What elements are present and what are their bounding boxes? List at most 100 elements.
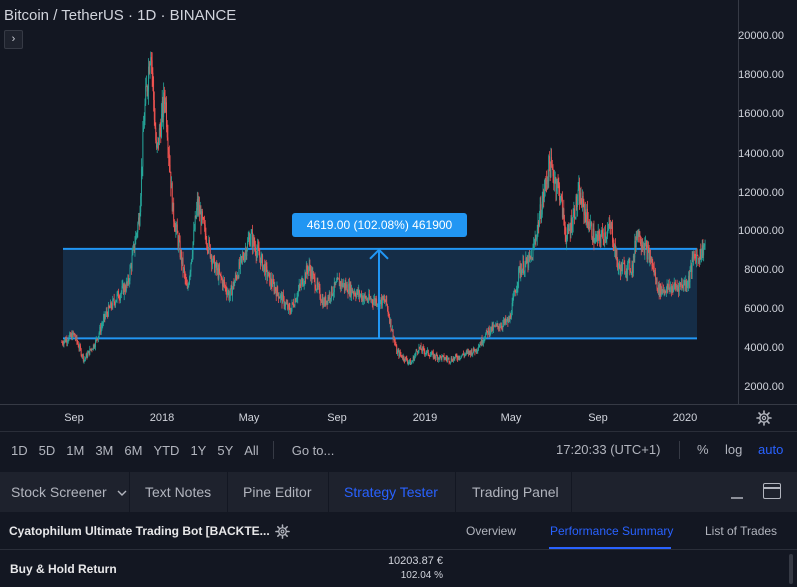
tab-performance-summary[interactable]: Performance Summary <box>550 524 673 538</box>
metric-label: Buy & Hold Return <box>10 562 117 576</box>
gear-icon[interactable] <box>756 410 772 426</box>
tab-trading-panel[interactable]: Trading Panel <box>472 472 559 512</box>
tab-text-notes[interactable]: Text Notes <box>145 472 211 512</box>
range-ytd-button[interactable]: YTD <box>153 443 179 458</box>
chevron-down-icon[interactable] <box>117 489 127 497</box>
candle-body <box>270 277 272 285</box>
collapse-legend-button[interactable]: › <box>4 30 23 49</box>
strategy-header: Cyatophilum Ultimate Trading Bot [BACKTE… <box>0 512 797 550</box>
candle-body <box>696 254 697 263</box>
candle-body <box>221 277 223 280</box>
minimize-icon[interactable] <box>730 486 744 500</box>
scrollbar[interactable] <box>789 554 793 584</box>
candle-body <box>576 200 578 207</box>
range-5d-button[interactable]: 5D <box>39 443 56 458</box>
candle-body <box>95 340 96 347</box>
candle-body <box>292 303 294 307</box>
maximize-icon[interactable] <box>763 483 781 499</box>
candle-body <box>478 346 480 348</box>
candle-body <box>545 180 547 182</box>
range-3m-button[interactable]: 3M <box>95 443 113 458</box>
divider <box>272 441 274 459</box>
strategy-settings-gear-icon[interactable] <box>275 524 290 539</box>
candle-body <box>538 216 540 227</box>
time-axis[interactable]: Sep 2018 May Sep 2019 May Sep 2020 <box>0 404 797 431</box>
range-1m-button[interactable]: 1M <box>66 443 84 458</box>
candle-body <box>118 291 119 299</box>
timezone-readout[interactable]: 17:20:33 (UTC+1) <box>556 442 660 457</box>
candle-body <box>244 254 246 261</box>
candle-body <box>159 128 161 130</box>
price-axis-label: 4000.00 <box>744 342 784 354</box>
candle-body <box>166 127 168 138</box>
candle-body <box>443 355 445 360</box>
tab-pine-editor[interactable]: Pine Editor <box>243 472 311 512</box>
candle-body <box>460 355 462 358</box>
range-all-button[interactable]: All <box>244 443 258 458</box>
price-axis-label: 14000.00 <box>738 148 784 160</box>
candle-body <box>313 274 315 278</box>
time-axis-label: 2019 <box>412 412 438 424</box>
candle-body <box>137 223 139 233</box>
candle-body <box>300 281 302 286</box>
range-6m-button[interactable]: 6M <box>124 443 142 458</box>
symbol-title: Bitcoin / TetherUS · 1D · BINANCE <box>4 7 237 24</box>
candle-body <box>277 286 279 293</box>
candle-body <box>410 363 412 365</box>
candle-body <box>582 195 584 202</box>
candle-body <box>158 128 160 145</box>
divider <box>571 472 572 512</box>
range-1y-button[interactable]: 1Y <box>190 443 206 458</box>
candle-body <box>414 353 416 356</box>
percent-scale-button[interactable]: % <box>697 442 709 457</box>
measure-label: 4619.00 (102.08%) 461900 <box>307 218 453 232</box>
chart-pane[interactable]: 4619.00 (102.08%) 461900 Bitcoin / Tethe… <box>0 0 738 404</box>
candle-body <box>135 233 137 236</box>
candle-body <box>445 357 447 359</box>
candle-body <box>619 264 621 269</box>
candle-body <box>617 268 619 270</box>
tab-strategy-tester[interactable]: Strategy Tester <box>344 472 438 512</box>
candle-body <box>387 308 389 314</box>
tab-list-of-trades[interactable]: List of Trades <box>705 524 777 538</box>
candle-body <box>173 221 175 228</box>
candle-body <box>249 239 251 246</box>
auto-scale-button[interactable]: auto <box>758 442 783 457</box>
candle-body <box>673 288 674 292</box>
divider <box>679 441 680 459</box>
strategy-name[interactable]: Cyatophilum Ultimate Trading Bot [BACKTE… <box>9 524 270 538</box>
candle-body <box>224 281 226 286</box>
tab-overview[interactable]: Overview <box>466 524 516 538</box>
candle-body <box>214 266 216 273</box>
candle-body <box>691 257 693 272</box>
candle-body <box>129 267 131 281</box>
candle-body <box>456 356 458 359</box>
candle-body <box>330 298 332 300</box>
candle-body <box>284 306 286 307</box>
candle-body <box>254 244 256 247</box>
candle-body <box>373 300 375 305</box>
candle-body <box>595 237 597 239</box>
range-5y-button[interactable]: 5Y <box>217 443 233 458</box>
candle-body <box>175 227 177 232</box>
tab-stock-screener[interactable]: Stock Screener <box>11 472 127 512</box>
candle-body <box>589 223 591 229</box>
candle-body <box>473 347 475 351</box>
range-1d-button[interactable]: 1D <box>11 443 28 458</box>
candle-body <box>561 195 563 198</box>
candlestick-chart[interactable]: 4619.00 (102.08%) 461900 <box>0 0 738 404</box>
candle-body <box>203 217 205 223</box>
goto-date-button[interactable]: Go to... <box>292 443 335 458</box>
candle-body <box>97 336 99 340</box>
candle-body <box>423 348 425 352</box>
candle-body <box>549 156 550 164</box>
candle-body <box>288 304 290 308</box>
candle-body <box>76 336 78 342</box>
candle-body <box>371 299 373 303</box>
candle-body <box>403 356 405 360</box>
candle-body <box>239 257 241 268</box>
log-scale-button[interactable]: log <box>725 442 742 457</box>
candle-body <box>420 345 422 350</box>
candle-body <box>85 357 86 359</box>
price-axis[interactable]: 20000.00 18000.00 16000.00 14000.00 1200… <box>738 0 797 404</box>
